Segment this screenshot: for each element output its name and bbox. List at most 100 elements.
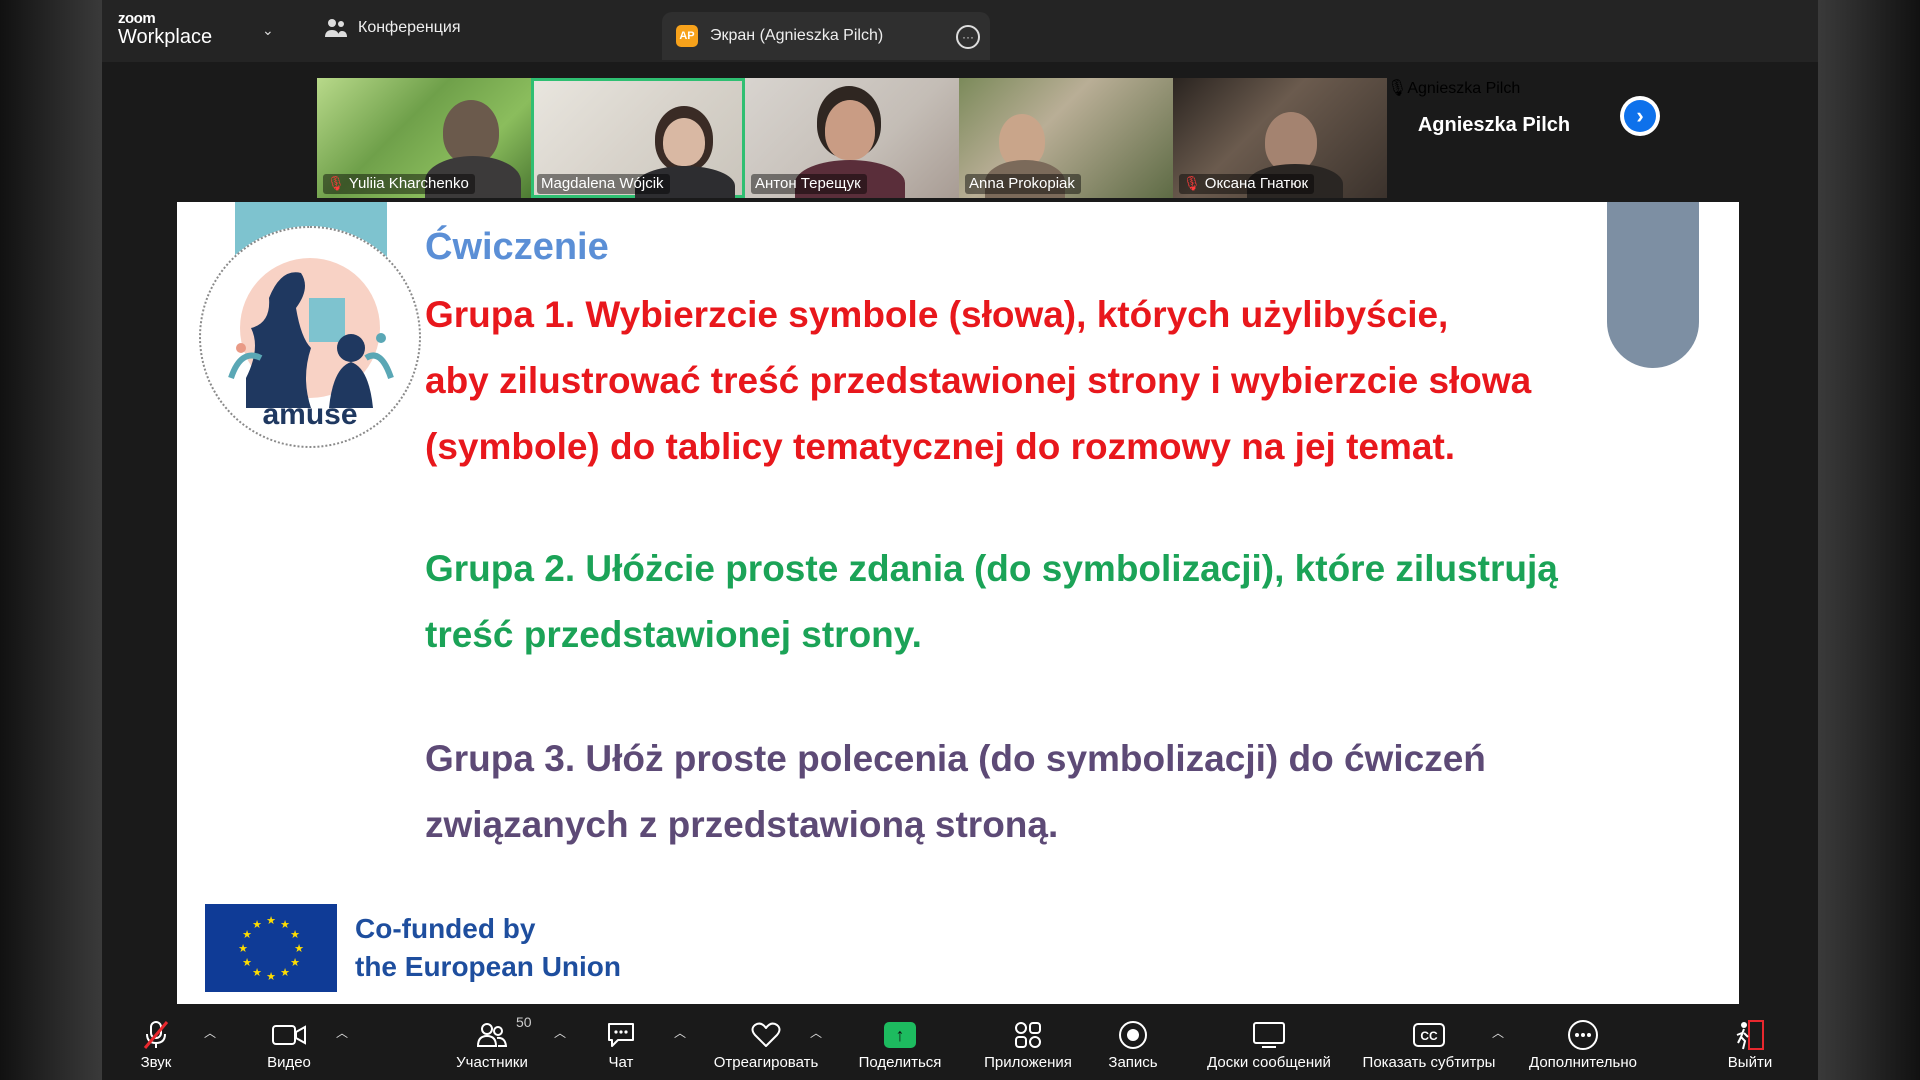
participants-options-caret-icon[interactable]: ︿ <box>554 1024 566 1041</box>
zoom-window: zoom Workplace ⌄ Конференция AP Экран (A… <box>102 0 1818 1080</box>
participant-head <box>1265 112 1317 172</box>
people-icon <box>325 19 347 37</box>
share-screen-icon: ↑ <box>884 1022 916 1048</box>
amuse-logo: amuse <box>199 226 421 448</box>
video-button[interactable]: Видео <box>254 1018 324 1071</box>
participant-name-label: Magdalena Wójcik <box>537 174 670 194</box>
video-tile[interactable]: Anna Prokopiak <box>959 78 1173 198</box>
slide-title: Ćwiczenie <box>425 226 609 268</box>
participant-name-label: Антон Терещук <box>751 174 867 194</box>
logo-zoom-text: zoom <box>118 10 156 27</box>
chat-label: Чат <box>608 1054 634 1071</box>
chevron-right-icon: › <box>1624 100 1656 132</box>
mic-muted-icon: 🎙 <box>327 175 345 191</box>
svg-text:★: ★ <box>242 928 252 941</box>
eu-flag: ★ ★ ★ ★ ★ ★ ★ ★ ★ ★ ★ ★ <box>205 904 337 992</box>
svg-text:CC: CC <box>1420 1029 1438 1043</box>
more-icon <box>1568 1020 1598 1050</box>
record-button[interactable]: Запись <box>1100 1018 1166 1071</box>
captions-options-caret-icon[interactable]: ︿ <box>1492 1024 1504 1041</box>
more-options-icon[interactable]: ··· <box>956 25 980 49</box>
chat-button[interactable]: Чат <box>596 1018 646 1071</box>
video-tile[interactable]: 🎙 Оксана Гнатюк <box>1173 78 1387 198</box>
chevron-down-icon[interactable]: ⌄ <box>262 22 274 39</box>
participant-name-label: 🎙 Yuliia Kharchenko <box>323 174 475 194</box>
react-button[interactable]: Отреагировать <box>708 1018 824 1071</box>
eu-stars-icon: ★ ★★★ ★★★★ ★★★★ <box>238 914 304 983</box>
svg-text:★: ★ <box>266 914 276 927</box>
video-tile[interactable]: Антон Терещук <box>745 78 959 198</box>
participant-name: Anna Prokopiak <box>969 175 1075 192</box>
group3-text: Grupa 3. Ułóż proste polecenia (do symbo… <box>425 726 1625 858</box>
participants-icon <box>477 1023 507 1047</box>
participant-head <box>443 100 499 164</box>
apps-label: Приложения <box>984 1054 1072 1071</box>
apps-button[interactable]: Приложения <box>972 1018 1084 1071</box>
svg-text:★: ★ <box>294 942 304 955</box>
group2-line: treść przedstawionej strony. <box>425 614 922 655</box>
audio-button[interactable]: Звук <box>122 1018 190 1071</box>
participant-face <box>825 100 875 160</box>
sharer-avatar-badge: AP <box>676 25 698 47</box>
svg-text:★: ★ <box>252 966 262 979</box>
share-label: Поделиться <box>858 1054 942 1071</box>
svg-text:★: ★ <box>290 956 300 969</box>
react-label: Отреагировать <box>713 1054 819 1071</box>
tab-conference[interactable]: Конференция <box>324 18 461 38</box>
react-options-caret-icon[interactable]: ︿ <box>810 1024 822 1041</box>
video-camera-icon <box>272 1025 306 1045</box>
heart-icon <box>751 1022 781 1047</box>
participant-name: Оксана Гнатюк <box>1204 175 1309 192</box>
group3-line: Grupa 3. Ułóż proste polecenia (do symbo… <box>425 738 1486 779</box>
group1-line: Grupa 1. Wybierzcie symbole (słowa), któ… <box>425 294 1449 335</box>
video-label: Видео <box>267 1054 311 1071</box>
more-button[interactable]: Дополнительно <box>1518 1018 1648 1071</box>
participant-gallery-strip: 🎙 Yuliia Kharchenko Magdalena Wójcik Анто… <box>102 62 1818 202</box>
amuse-logo-text: amuse <box>262 398 358 431</box>
eu-line: Co-funded by <box>355 913 536 944</box>
svg-text:★: ★ <box>280 918 290 931</box>
chat-icon <box>608 1023 634 1047</box>
leave-door-icon <box>1736 1020 1764 1050</box>
participant-name: Magdalena Wójcik <box>541 175 664 192</box>
participant-name-label: Anna Prokopiak <box>965 174 1081 194</box>
record-icon <box>1119 1021 1147 1049</box>
tab-conference-label: Конференция <box>358 19 461 36</box>
chat-options-caret-icon[interactable]: ︿ <box>674 1024 686 1041</box>
logo-product-text: Workplace <box>118 26 213 48</box>
right-background-edge <box>1818 0 1920 1080</box>
participants-count: 50 <box>516 1014 532 1030</box>
name-only-tile[interactable]: Agnieszka Pilch 🎙Agnieszka Pilch <box>1387 78 1601 198</box>
group2-line: Grupa 2. Ułóżcie proste zdania (do symbo… <box>425 548 1558 589</box>
svg-text:★: ★ <box>242 956 252 969</box>
top-bar: zoom Workplace ⌄ Конференция AP Экран (A… <box>102 0 1818 62</box>
captions-button[interactable]: CC Показать субтитры <box>1356 1018 1502 1071</box>
mic-muted-icon: 🎙 <box>1183 175 1201 191</box>
record-label: Запись <box>1108 1054 1158 1071</box>
whiteboards-button[interactable]: Доски сообщений <box>1194 1018 1344 1071</box>
participant-name: Антон Терещук <box>755 175 861 192</box>
svg-text:★: ★ <box>266 970 276 983</box>
tab-screen-share[interactable]: AP Экран (Agnieszka Pilch) ··· <box>662 12 990 60</box>
video-options-caret-icon[interactable]: ︿ <box>336 1024 348 1041</box>
whiteboards-label: Доски сообщений <box>1207 1054 1331 1071</box>
group3-line: związanych z przedstawioną stroną. <box>425 804 1059 845</box>
gallery-next-button[interactable]: › <box>1620 96 1660 136</box>
participant-name-label: 🎙Agnieszka Pilch <box>1387 78 1601 98</box>
group2-text: Grupa 2. Ułóżcie proste zdania (do symbo… <box>425 536 1655 668</box>
group1-text: Grupa 1. Wybierzcie symbole (słowa), któ… <box>425 282 1625 480</box>
more-label: Дополнительно <box>1529 1054 1637 1071</box>
zoom-workplace-logo[interactable]: zoom Workplace <box>118 10 213 48</box>
video-tile-active-speaker[interactable]: Magdalena Wójcik <box>531 78 745 198</box>
leave-button[interactable]: Выйти <box>1720 1018 1780 1071</box>
svg-text:★: ★ <box>280 966 290 979</box>
svg-text:★: ★ <box>238 942 248 955</box>
audio-options-caret-icon[interactable]: ︿ <box>204 1024 216 1041</box>
audio-label: Звук <box>140 1054 172 1071</box>
participant-face <box>663 118 705 166</box>
video-tile[interactable]: 🎙 Yuliia Kharchenko <box>317 78 531 198</box>
share-screen-button[interactable]: ↑ Поделиться <box>848 1018 952 1071</box>
group1-line: aby zilustrować treść przedstawionej str… <box>425 360 1532 401</box>
apps-icon <box>1015 1022 1041 1048</box>
participant-display-name: Agnieszka Pilch <box>1417 114 1571 136</box>
